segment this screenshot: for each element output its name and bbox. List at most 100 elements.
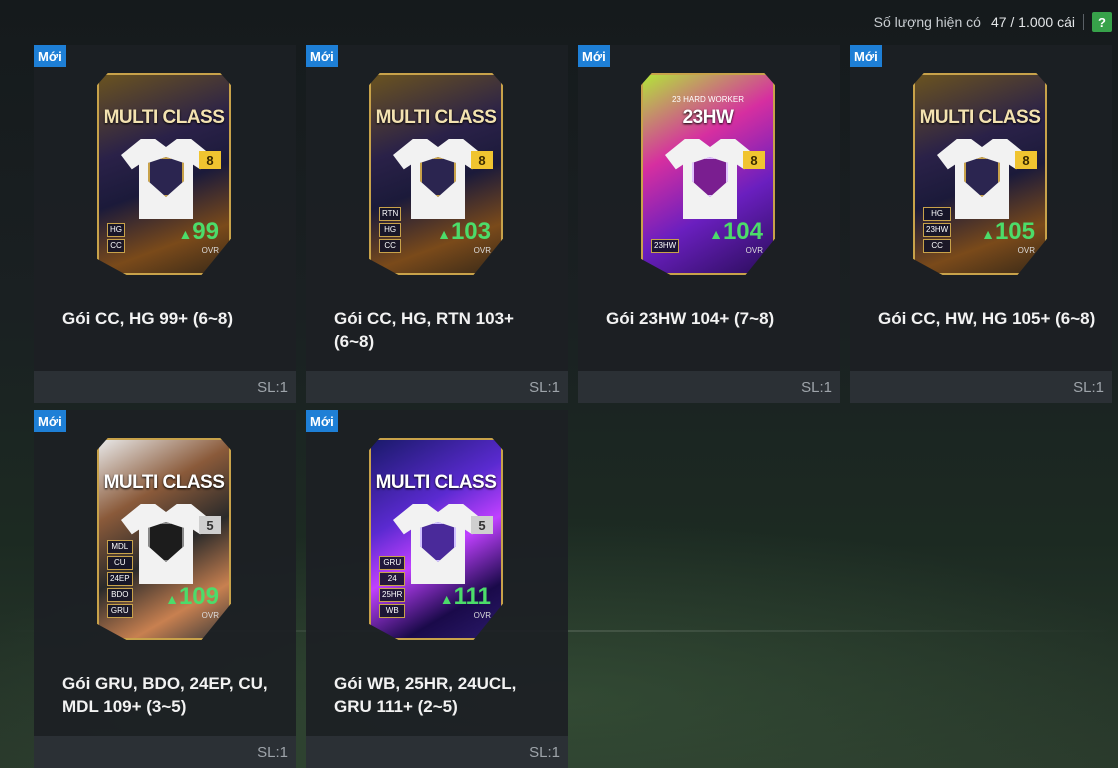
ovr-label: OVR: [745, 246, 763, 255]
ovr-value: ▲105: [981, 220, 1035, 246]
ovr-label: OVR: [473, 611, 491, 620]
card-title: MULTI CLASS: [103, 107, 225, 128]
ovr-number: 105: [994, 218, 1035, 245]
help-button[interactable]: ?: [1092, 12, 1112, 32]
pack-card-art: MULTI CLASS 5 MDL CU 24EP BDO GRU ▲109 O…: [97, 438, 231, 640]
pack-tile[interactable]: Mới MULTI CLASS 8 HG 23HW CC ▲105 OVR Gó…: [850, 45, 1112, 403]
pack-tile[interactable]: Mới MULTI CLASS 5 MDL CU 24EP BDO GRU ▲1…: [34, 410, 296, 768]
pack-tile[interactable]: Mới 23 HARD WORKER 23HW 8 23HW ▲104 OVR …: [578, 45, 840, 403]
ovr-block: ▲109 OVR: [165, 585, 219, 621]
tag: CC: [107, 239, 125, 253]
pack-name: Gói WB, 25HR, 24UCL, GRU 111+ (2~5): [334, 674, 517, 716]
card-subtitle: 23 HARD WORKER: [671, 95, 744, 104]
new-badge: Mới: [306, 410, 338, 432]
tag-list: 23HW: [651, 239, 680, 253]
pack-name: Gói CC, HW, HG 105+ (6~8): [878, 309, 1096, 328]
ovr-value: ▲109: [165, 585, 219, 611]
ovr-label: OVR: [1017, 246, 1035, 255]
tag: RTN: [379, 207, 402, 221]
new-badge: Mới: [306, 45, 338, 67]
ovr-block: ▲111 OVR: [440, 585, 491, 621]
level-badge: 8: [471, 151, 493, 169]
level-badge: 5: [199, 516, 221, 534]
up-arrow-icon: ▲: [178, 226, 193, 242]
pack-card-art: MULTI CLASS 8 HG CC ▲99 OVR: [97, 73, 231, 275]
quantity-bar: SL:1: [34, 736, 296, 768]
new-badge: Mới: [850, 45, 882, 67]
pack-name: Gói CC, HG, RTN 103+ (6~8): [334, 309, 514, 351]
tag: 24EP: [107, 572, 133, 586]
tag: HG: [107, 223, 125, 237]
level-badge: 8: [1015, 151, 1037, 169]
pack-tile[interactable]: Mới MULTI CLASS 8 HG CC ▲99 OVR Gói CC, …: [34, 45, 296, 403]
tag-list: GRU 24 25HR WB: [379, 556, 406, 618]
ovr-value: ▲111: [440, 585, 491, 611]
tag: HG: [379, 223, 402, 237]
ovr-block: ▲104 OVR: [709, 220, 763, 256]
ovr-value: ▲99: [178, 220, 219, 246]
ovr-block: ▲99 OVR: [178, 220, 219, 256]
tag: 24: [379, 572, 406, 586]
tag: 23HW: [923, 223, 952, 237]
tag: WB: [379, 604, 406, 618]
tag-list: HG CC: [107, 223, 125, 253]
ovr-block: ▲103 OVR: [437, 220, 491, 256]
pack-card-art: 23 HARD WORKER 23HW 8 23HW ▲104 OVR: [641, 73, 775, 275]
pack-name: Gói GRU, BDO, 24EP, CU, MDL 109+ (3~5): [62, 674, 268, 716]
pack-name: Gói 23HW 104+ (7~8): [606, 309, 775, 328]
inventory-count-value: 47 / 1.000 cái: [990, 14, 1075, 30]
pack-name: Gói CC, HG 99+ (6~8): [62, 309, 233, 328]
card-title: MULTI CLASS: [919, 107, 1041, 128]
ovr-label: OVR: [473, 246, 491, 255]
tag: MDL: [107, 540, 133, 554]
quantity-bar: SL:1: [578, 371, 840, 403]
up-arrow-icon: ▲: [709, 226, 723, 242]
ovr-number: 104: [722, 218, 763, 245]
up-arrow-icon: ▲: [437, 226, 451, 242]
pack-card-art: MULTI CLASS 8 RTN HG CC ▲103 OVR: [369, 73, 503, 275]
new-badge: Mới: [34, 410, 66, 432]
ovr-value: ▲104: [709, 220, 763, 246]
ovr-number: 99: [192, 218, 219, 245]
ovr-label: OVR: [201, 246, 219, 255]
card-title: MULTI CLASS: [375, 107, 497, 128]
ovr-number: 109: [178, 583, 219, 610]
tag: HG: [923, 207, 952, 221]
tag: CC: [379, 239, 402, 253]
quantity-label: SL:1: [801, 378, 832, 396]
card-title: MULTI CLASS: [103, 472, 225, 493]
level-badge: 5: [471, 516, 493, 534]
pack-card-art: MULTI CLASS 8 HG 23HW CC ▲105 OVR: [913, 73, 1047, 275]
quantity-label: SL:1: [529, 378, 560, 396]
quantity-label: SL:1: [257, 378, 288, 396]
level-badge: 8: [199, 151, 221, 169]
inventory-count-label: Số lượng hiện có: [873, 14, 981, 30]
ovr-block: ▲105 OVR: [981, 220, 1035, 256]
tag-list: HG 23HW CC: [923, 207, 952, 253]
quantity-bar: SL:1: [306, 736, 568, 768]
pack-tile[interactable]: Mới MULTI CLASS 5 GRU 24 25HR WB ▲111 OV…: [306, 410, 568, 768]
pack-tile[interactable]: Mới MULTI CLASS 8 RTN HG CC ▲103 OVR Gói…: [306, 45, 568, 403]
quantity-label: SL:1: [529, 743, 560, 761]
tag: BDO: [107, 588, 133, 602]
tag: GRU: [107, 604, 133, 618]
level-badge: 8: [743, 151, 765, 169]
new-badge: Mới: [34, 45, 66, 67]
card-title: 23HW: [682, 107, 734, 128]
quantity-bar: SL:1: [306, 371, 568, 403]
up-arrow-icon: ▲: [165, 591, 179, 607]
pack-card-art: MULTI CLASS 5 GRU 24 25HR WB ▲111 OVR: [369, 438, 503, 640]
up-arrow-icon: ▲: [981, 226, 995, 242]
ovr-label: OVR: [201, 611, 219, 620]
ovr-number: 111: [453, 583, 491, 610]
tag: CU: [107, 556, 133, 570]
ovr-value: ▲103: [437, 220, 491, 246]
tag: 23HW: [651, 239, 680, 253]
up-arrow-icon: ▲: [439, 591, 454, 607]
quantity-bar: SL:1: [850, 371, 1112, 403]
divider: [1083, 14, 1084, 30]
tag-list: RTN HG CC: [379, 207, 402, 253]
inventory-header: Số lượng hiện có 47 / 1.000 cái ?: [0, 0, 1118, 44]
new-badge: Mới: [578, 45, 610, 67]
quantity-label: SL:1: [1073, 378, 1104, 396]
